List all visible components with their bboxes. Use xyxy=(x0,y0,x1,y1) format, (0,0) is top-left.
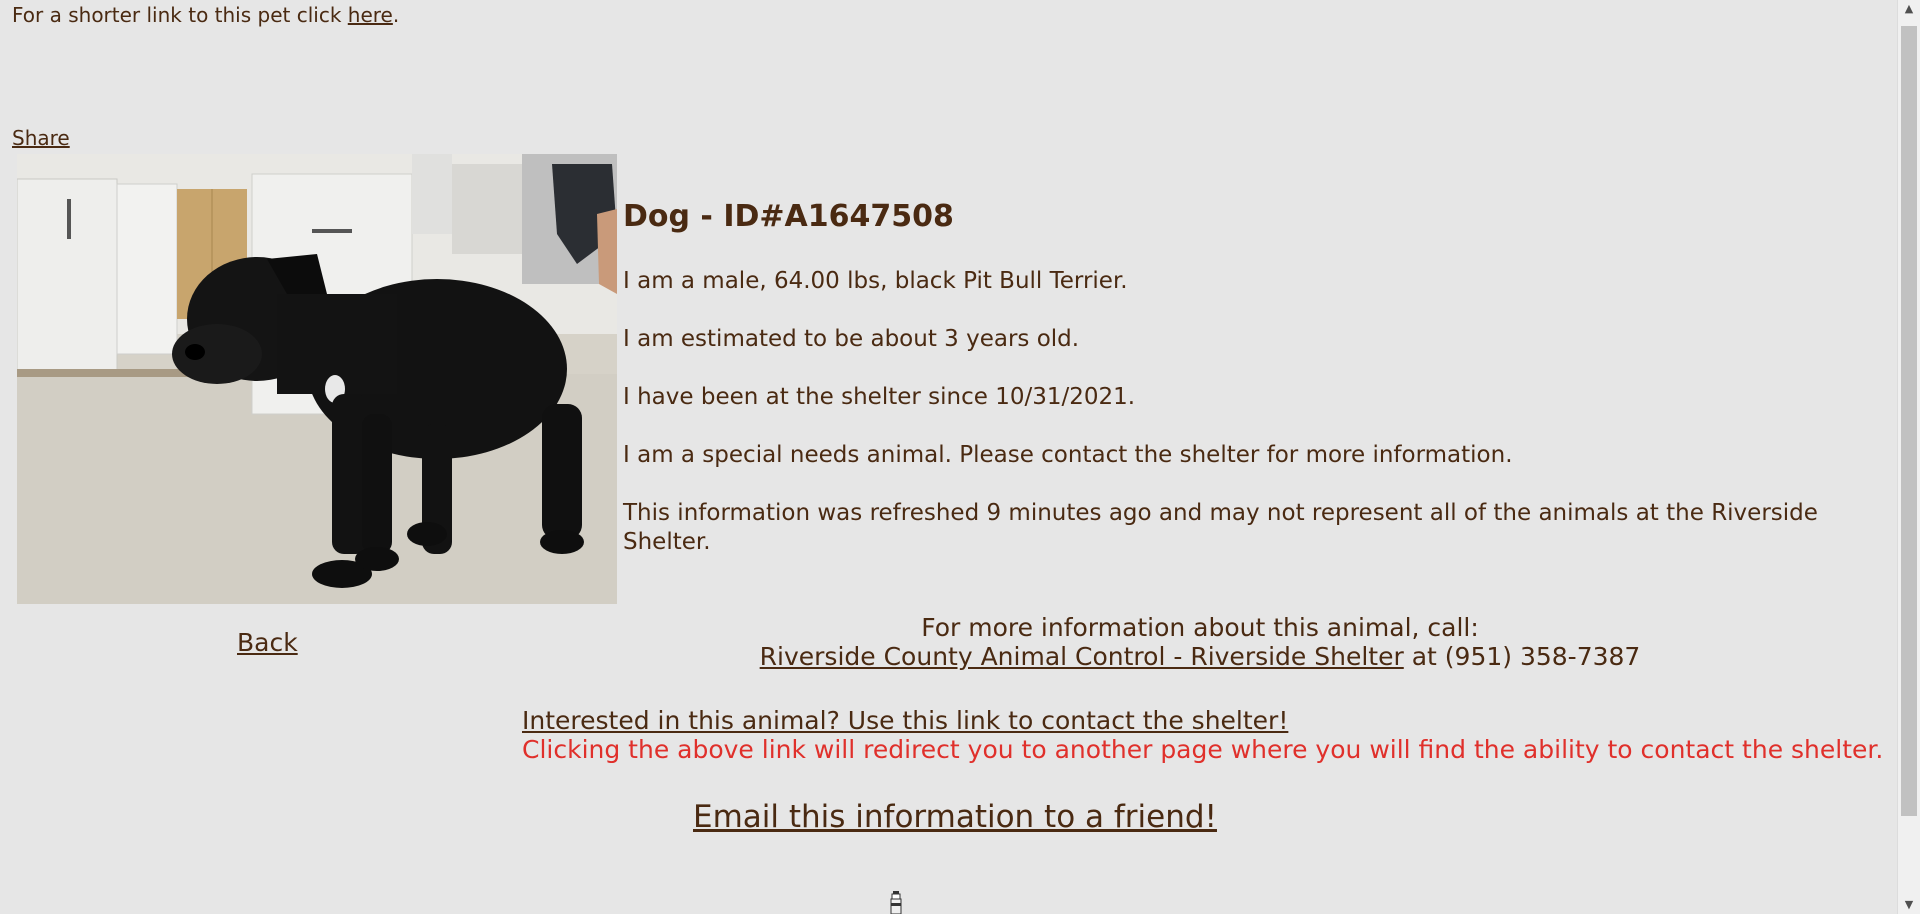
refresh-notice: This information was refreshed 9 minutes… xyxy=(623,500,1818,555)
animal-info: Dog - ID#A1647508 I am a male, 64.00 lbs… xyxy=(623,197,1893,555)
email-friend-link[interactable]: Email this information to a friend! xyxy=(693,798,1217,836)
animal-description: I am a male, 64.00 lbs, black Pit Bull T… xyxy=(623,268,1128,294)
scroll-thumb[interactable] xyxy=(1901,26,1917,816)
animal-title: Dog - ID#A1647508 xyxy=(623,199,954,234)
contact-info: For more information about this animal, … xyxy=(600,613,1800,671)
dog-photo xyxy=(17,154,617,604)
back-link[interactable]: Back xyxy=(237,628,298,658)
scroll-up-arrow-icon[interactable]: ▲ xyxy=(1898,0,1920,18)
shorter-link-here[interactable]: here xyxy=(348,3,393,27)
scroll-down-arrow-icon[interactable]: ▼ xyxy=(1898,896,1920,914)
animal-since: I have been at the shelter since 10/31/2… xyxy=(623,384,1136,410)
animal-special-needs: I am a special needs animal. Please cont… xyxy=(623,442,1513,468)
shelter-phone: at (951) 358-7387 xyxy=(1403,642,1641,671)
shelter-link[interactable]: Riverside County Animal Control - Rivers… xyxy=(760,642,1404,671)
shorter-link-prefix: For a shorter link to this pet click xyxy=(12,3,348,27)
lighthouse-icon xyxy=(887,889,905,914)
pet-detail-page: For a shorter link to this pet click her… xyxy=(0,0,1898,914)
contact-line: Riverside County Animal Control - Rivers… xyxy=(600,642,1800,671)
animal-age: I am estimated to be about 3 years old. xyxy=(623,326,1080,352)
shorter-link-line: For a shorter link to this pet click her… xyxy=(12,3,399,27)
vertical-scrollbar[interactable]: ▲ ▼ xyxy=(1897,0,1920,914)
redirect-note: Clicking the above link will redirect yo… xyxy=(522,735,1884,764)
shorter-link-suffix: . xyxy=(392,3,400,27)
contact-heading: For more information about this animal, … xyxy=(921,613,1479,642)
contact-shelter-link[interactable]: Interested in this animal? Use this link… xyxy=(522,706,1288,735)
share-link[interactable]: Share xyxy=(12,126,70,150)
